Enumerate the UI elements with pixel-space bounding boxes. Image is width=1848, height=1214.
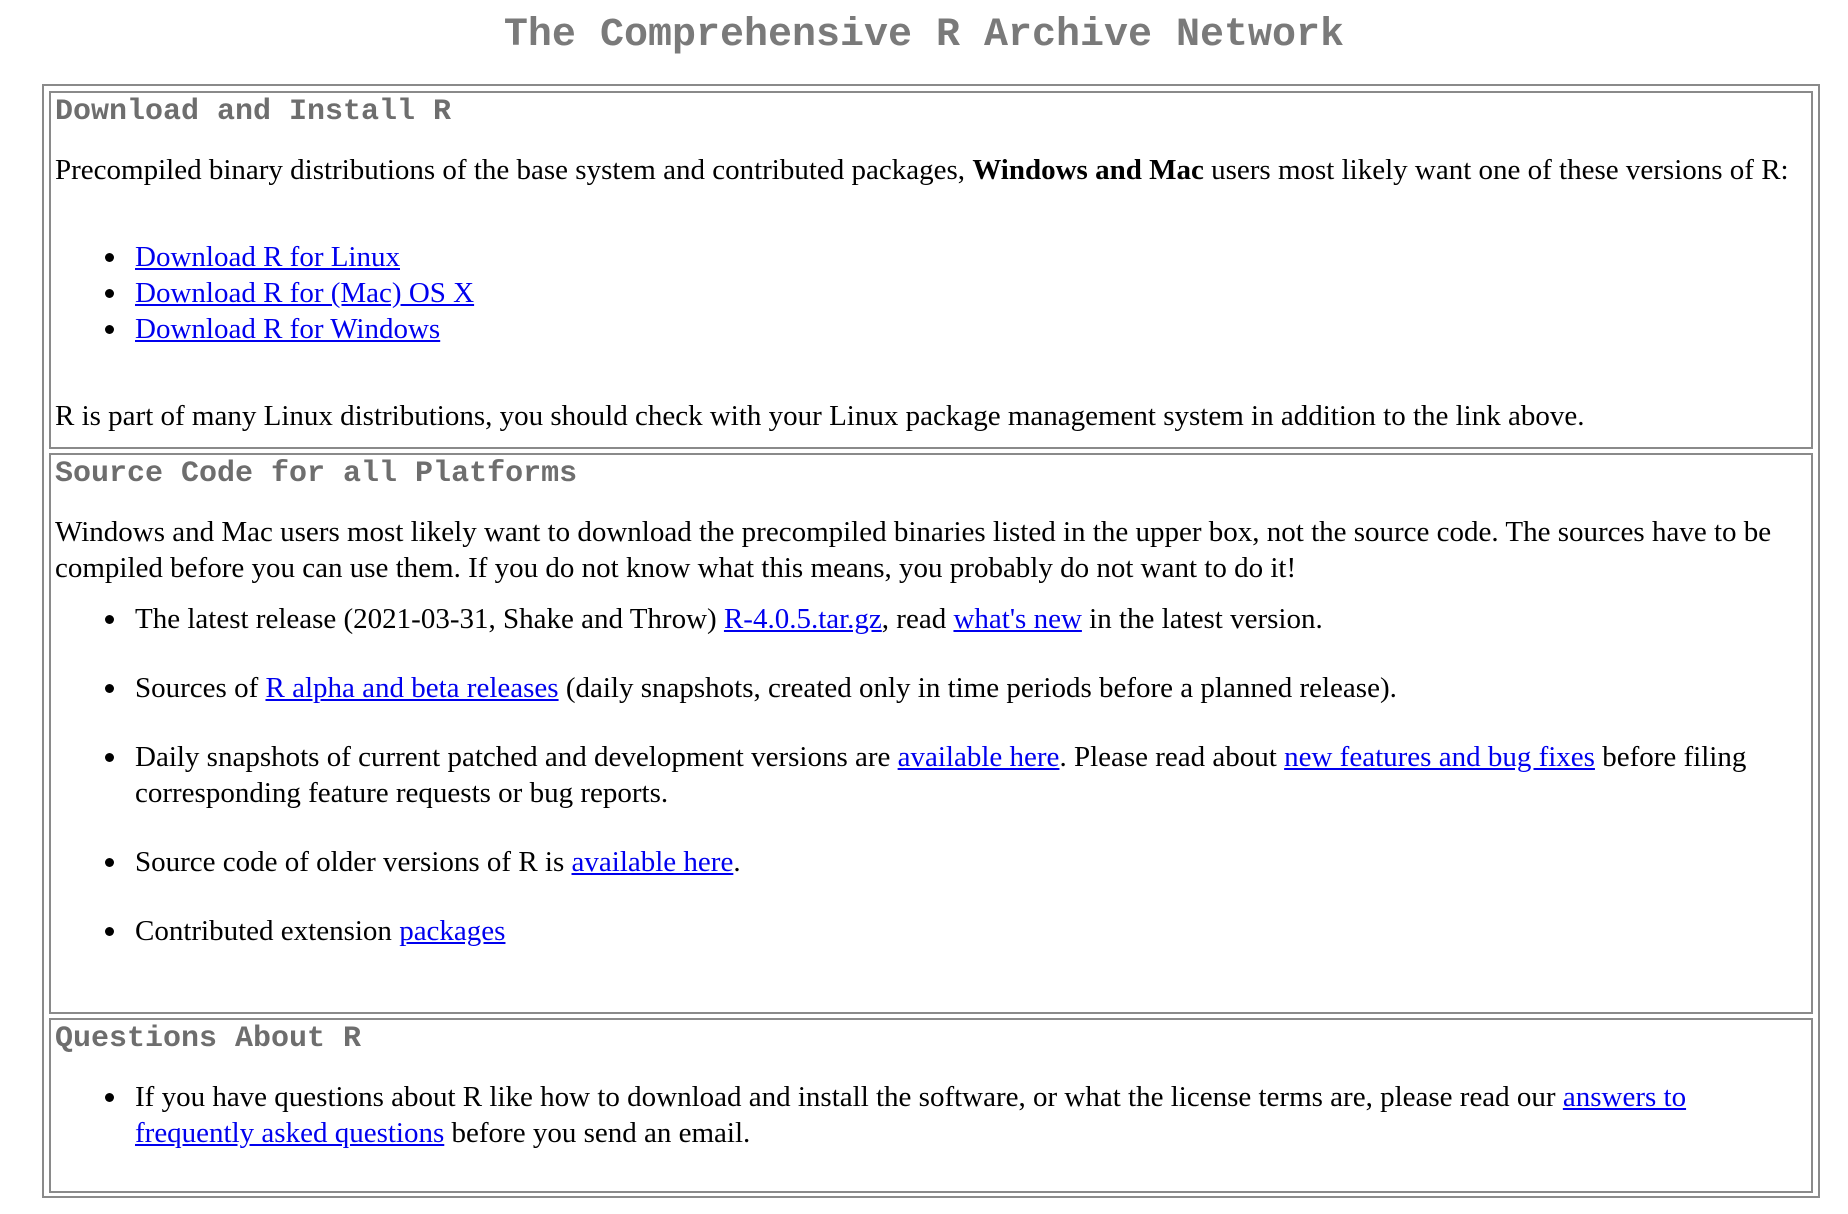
daily-text: Daily snapshots of current patched and d…	[135, 741, 898, 773]
list-item: If you have questions about R like how t…	[105, 1079, 1805, 1151]
source-section: Source Code for all Platforms Windows an…	[49, 453, 1813, 1014]
packages-link[interactable]: packages	[399, 915, 505, 947]
alpha-text-end: (daily snapshots, created only in time p…	[558, 672, 1397, 704]
questions-heading: Questions About R	[55, 1022, 362, 1056]
new-features-link[interactable]: new features and bug fixes	[1284, 741, 1595, 773]
latest-text-end: in the latest version.	[1081, 603, 1323, 635]
content-table: Download and Install R Precompiled binar…	[42, 84, 1820, 1198]
latest-text-mid: , read	[881, 603, 954, 635]
source-intro: Windows and Mac users most likely want t…	[55, 516, 1772, 584]
download-intro-text: Precompiled binary distributions of the …	[55, 154, 973, 186]
page-title: The Comprehensive R Archive Network	[503, 13, 1345, 58]
download-intro-bold: Windows and Mac	[972, 154, 1204, 186]
download-linux-link[interactable]: Download R for Linux	[135, 241, 400, 273]
download-intro-text-end: users most likely want one of these vers…	[1203, 154, 1789, 186]
older-versions-link[interactable]: available here	[572, 846, 734, 878]
latest-text: The latest release (2021-03-31, Shake an…	[135, 603, 724, 635]
download-section: Download and Install R Precompiled binar…	[49, 91, 1813, 449]
download-intro: Precompiled binary distributions of the …	[55, 152, 1805, 188]
list-item: Download R for Windows	[105, 311, 1805, 347]
latest-tarball-link[interactable]: R-4.0.5.tar.gz	[724, 603, 882, 635]
questions-text-end: before you send an email.	[444, 1117, 751, 1149]
alpha-text: Sources of	[135, 672, 266, 704]
list-item: Download R for (Mac) OS X	[105, 275, 1805, 311]
list-item: Source code of older versions of R is av…	[105, 844, 1805, 880]
questions-text: If you have questions about R like how t…	[135, 1081, 1563, 1113]
older-text-end: .	[733, 846, 741, 878]
list-item: Sources of R alpha and beta releases (da…	[105, 670, 1805, 706]
daily-text-mid: . Please read about	[1059, 741, 1285, 773]
download-windows-link[interactable]: Download R for Windows	[135, 313, 440, 345]
download-mac-link[interactable]: Download R for (Mac) OS X	[135, 277, 474, 309]
questions-section: Questions About R If you have questions …	[49, 1018, 1813, 1193]
list-item: The latest release (2021-03-31, Shake an…	[105, 601, 1805, 637]
download-footer: R is part of many Linux distributions, y…	[55, 400, 1585, 432]
download-heading: Download and Install R	[55, 95, 452, 129]
list-item: Daily snapshots of current patched and d…	[105, 739, 1805, 811]
source-heading: Source Code for all Platforms	[55, 457, 578, 491]
contrib-text: Contributed extension	[135, 915, 400, 947]
daily-snapshots-link[interactable]: available here	[898, 741, 1060, 773]
list-item: Download R for Linux	[105, 239, 1805, 275]
whats-new-link[interactable]: what's new	[953, 603, 1081, 635]
older-text: Source code of older versions of R is	[135, 846, 572, 878]
alpha-beta-link[interactable]: R alpha and beta releases	[265, 672, 558, 704]
list-item: Contributed extension packages	[105, 913, 1805, 949]
